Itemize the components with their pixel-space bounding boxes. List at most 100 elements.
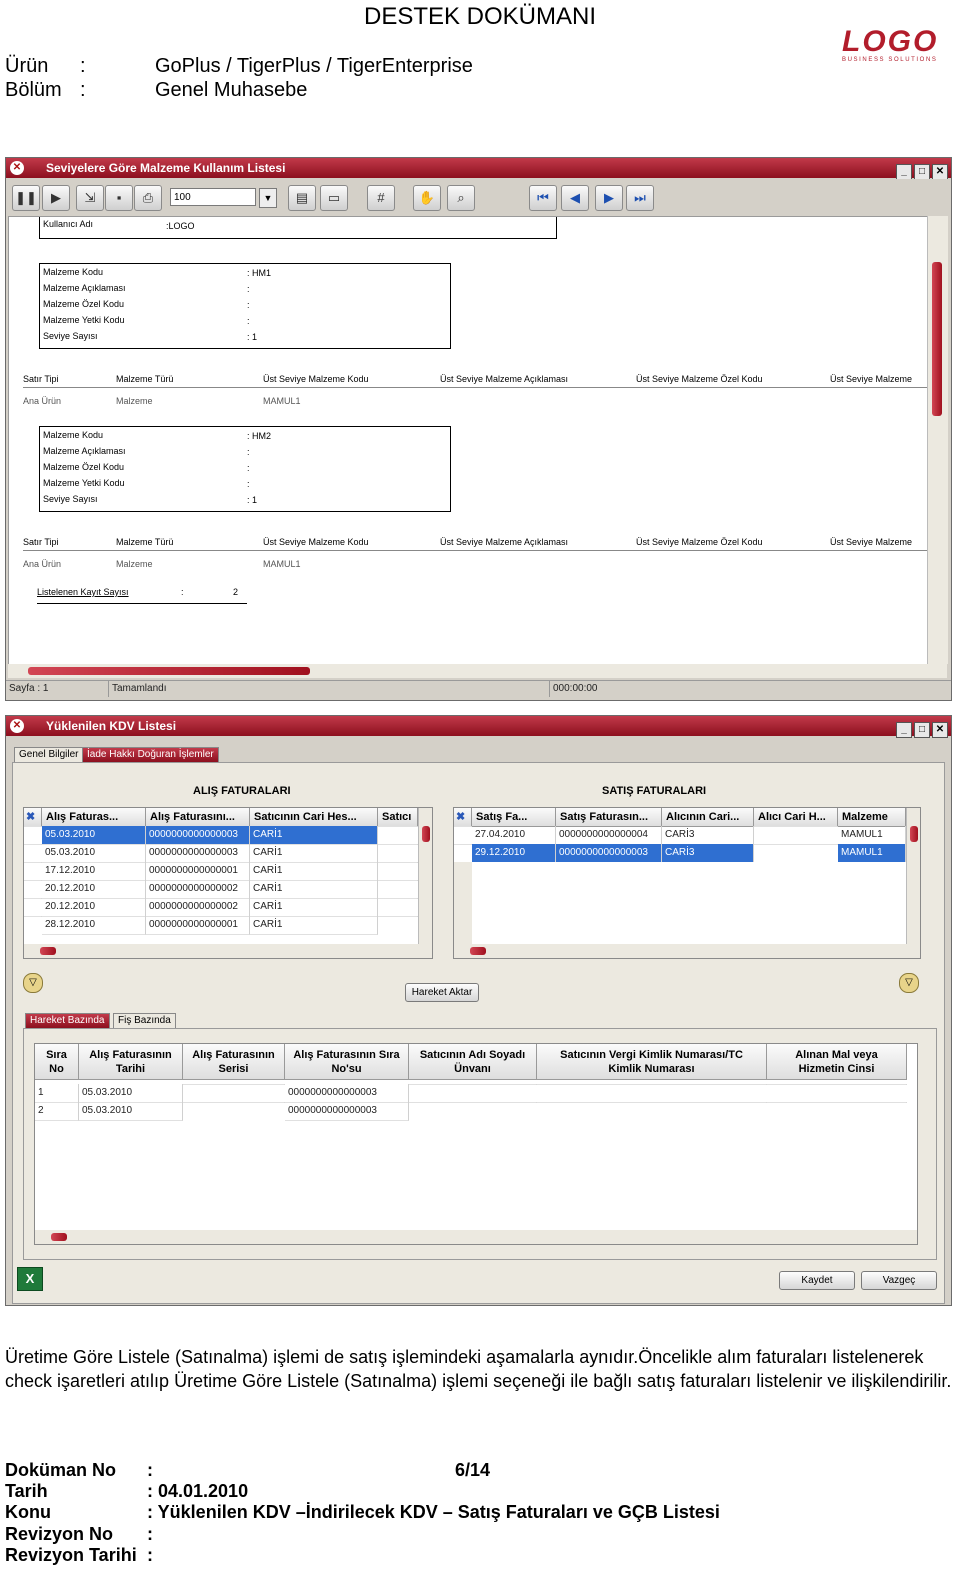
first-page-icon[interactable]: ⏮: [529, 185, 557, 211]
purchase-account-cell[interactable]: CARİ1: [250, 826, 378, 845]
series-cell[interactable]: [183, 1084, 285, 1085]
purchase-seller-cell[interactable]: [378, 862, 418, 863]
row-selector[interactable]: [454, 844, 472, 845]
purchase-account-cell[interactable]: CARİ1: [250, 916, 378, 935]
maximize-button[interactable]: □: [914, 722, 930, 738]
purchase-header-number[interactable]: Alış Faturasını...: [146, 808, 250, 827]
row-selector[interactable]: [24, 826, 42, 827]
zoom-input[interactable]: 100: [170, 188, 256, 206]
sales-buyer-account-cell[interactable]: CARİ3: [662, 844, 754, 863]
next-page-icon[interactable]: ▶: [595, 185, 623, 211]
horizontal-scrollbar[interactable]: [24, 944, 432, 958]
save-button[interactable]: Kaydet: [779, 1271, 855, 1290]
detail-header-goods[interactable]: Alınan Mal veya Hizmetin Cinsi: [767, 1044, 907, 1080]
close-button[interactable]: ✕: [932, 722, 948, 738]
scroll-thumb[interactable]: [932, 262, 942, 416]
table-row[interactable]: 20.12.2010 0000000000000002 CARİ1: [24, 880, 418, 899]
tab-general-info[interactable]: Genel Bilgiler: [14, 747, 84, 763]
purchase-account-cell[interactable]: CARİ1: [250, 862, 378, 881]
number-cell[interactable]: 0000000000000003: [285, 1084, 409, 1103]
tab-by-voucher[interactable]: Fiş Bazında: [113, 1013, 176, 1029]
save-icon[interactable]: ▪: [105, 185, 133, 211]
goods-cell[interactable]: [767, 1084, 907, 1085]
purchase-header-date[interactable]: Alış Faturas...: [42, 808, 146, 827]
scroll-thumb[interactable]: [910, 826, 918, 842]
scroll-thumb[interactable]: [40, 947, 56, 955]
purchase-date-cell[interactable]: 17.12.2010: [42, 862, 146, 881]
sales-header-material[interactable]: Malzeme: [838, 808, 906, 827]
maximize-button[interactable]: □: [914, 164, 930, 180]
seq-cell[interactable]: 1: [35, 1084, 79, 1103]
sales-buyer-account-cell[interactable]: CARİ3: [662, 826, 754, 845]
purchase-seller-cell[interactable]: [378, 826, 418, 827]
seller-cell[interactable]: [409, 1102, 537, 1103]
seq-cell[interactable]: 2: [35, 1102, 79, 1121]
table-row[interactable]: 05.03.2010 0000000000000003 CARİ1: [24, 844, 418, 863]
select-all-icon[interactable]: ✖: [454, 808, 472, 827]
scroll-thumb[interactable]: [470, 947, 486, 955]
purchase-seller-cell[interactable]: [378, 844, 418, 845]
purchase-date-cell[interactable]: 20.12.2010: [42, 880, 146, 899]
excel-icon[interactable]: X: [17, 1267, 43, 1291]
row-selector[interactable]: [454, 826, 472, 827]
detail-header-number[interactable]: Alış Faturasının Sıra No'su: [285, 1044, 409, 1080]
sales-buyer-name-cell[interactable]: [754, 826, 838, 827]
minimize-button[interactable]: _: [896, 722, 912, 738]
table-row[interactable]: 27.04.2010 0000000000000004 CARİ3 MAMUL1: [454, 826, 906, 845]
scroll-thumb[interactable]: [28, 667, 310, 675]
sales-date-cell[interactable]: 29.12.2010: [472, 844, 556, 863]
purchase-account-cell[interactable]: CARİ1: [250, 844, 378, 863]
clipboard-icon[interactable]: ▤: [288, 185, 316, 211]
vertical-scrollbar[interactable]: [418, 808, 432, 944]
table-row[interactable]: 2 05.03.2010 0000000000000003: [35, 1102, 907, 1121]
last-page-icon[interactable]: ⏭: [626, 185, 654, 211]
date-cell[interactable]: 05.03.2010: [79, 1084, 183, 1103]
previous-page-icon[interactable]: ◀: [561, 185, 589, 211]
sales-header-buyer-name[interactable]: Alıcı Cari H...: [754, 808, 838, 827]
tab-by-movement[interactable]: Hareket Bazında: [25, 1013, 110, 1029]
sales-material-cell[interactable]: MAMUL1: [838, 826, 906, 845]
pause-icon[interactable]: ❚❚: [12, 185, 40, 211]
horizontal-scrollbar[interactable]: [8, 664, 947, 678]
purchase-date-cell[interactable]: 05.03.2010: [42, 844, 146, 863]
purchase-date-cell[interactable]: 28.12.2010: [42, 916, 146, 935]
purchase-account-cell[interactable]: CARİ1: [250, 880, 378, 899]
seller-cell[interactable]: [409, 1084, 537, 1085]
scroll-thumb[interactable]: [422, 826, 430, 842]
tax-id-cell[interactable]: [537, 1102, 767, 1103]
hand-icon[interactable]: ✋: [413, 185, 441, 211]
sales-number-cell[interactable]: 0000000000000004: [556, 826, 662, 845]
sales-header-date[interactable]: Satış Fa...: [472, 808, 556, 827]
select-all-icon[interactable]: ✖: [24, 808, 42, 827]
purchase-header-seller[interactable]: Satıcı: [378, 808, 418, 827]
row-selector[interactable]: [24, 844, 42, 845]
sales-number-cell[interactable]: 0000000000000003: [556, 844, 662, 863]
sales-header-number[interactable]: Satış Faturasın...: [556, 808, 662, 827]
close-button[interactable]: ✕: [932, 164, 948, 180]
tab-refund-transactions[interactable]: İade Hakkı Doğuran İşlemler: [82, 747, 219, 763]
fit-page-icon[interactable]: ▭: [320, 185, 348, 211]
detail-header-date[interactable]: Alış Faturasının Tarihi: [79, 1044, 183, 1080]
purchase-number-cell[interactable]: 0000000000000003: [146, 844, 250, 863]
purchase-header-account[interactable]: Satıcının Cari Hes...: [250, 808, 378, 827]
goods-cell[interactable]: [767, 1102, 907, 1103]
sales-date-cell[interactable]: 27.04.2010: [472, 826, 556, 845]
detail-header-seller[interactable]: Satıcının Adı Soyadı Ünvanı: [409, 1044, 537, 1080]
table-row[interactable]: 1 05.03.2010 0000000000000003: [35, 1084, 907, 1103]
detail-header-series[interactable]: Alış Faturasının Serisi: [183, 1044, 285, 1080]
chevron-down-icon[interactable]: ▼: [259, 188, 277, 208]
date-cell[interactable]: 05.03.2010: [79, 1102, 183, 1121]
sales-material-cell[interactable]: MAMUL1: [838, 844, 906, 863]
purchase-number-cell[interactable]: 0000000000000001: [146, 862, 250, 881]
table-row[interactable]: 20.12.2010 0000000000000002 CARİ1: [24, 898, 418, 917]
filter-icon[interactable]: ▽: [899, 973, 919, 993]
purchase-number-cell[interactable]: 0000000000000002: [146, 880, 250, 899]
tax-id-cell[interactable]: [537, 1084, 767, 1085]
cancel-button[interactable]: Vazgeç: [861, 1271, 937, 1290]
table-row[interactable]: 29.12.2010 0000000000000003 CARİ3 MAMUL1: [454, 844, 906, 863]
row-selector[interactable]: [24, 898, 42, 899]
purchase-seller-cell[interactable]: [378, 916, 418, 917]
row-selector[interactable]: [24, 862, 42, 863]
print-icon[interactable]: ⎙: [134, 185, 162, 211]
purchase-number-cell[interactable]: 0000000000000003: [146, 826, 250, 845]
